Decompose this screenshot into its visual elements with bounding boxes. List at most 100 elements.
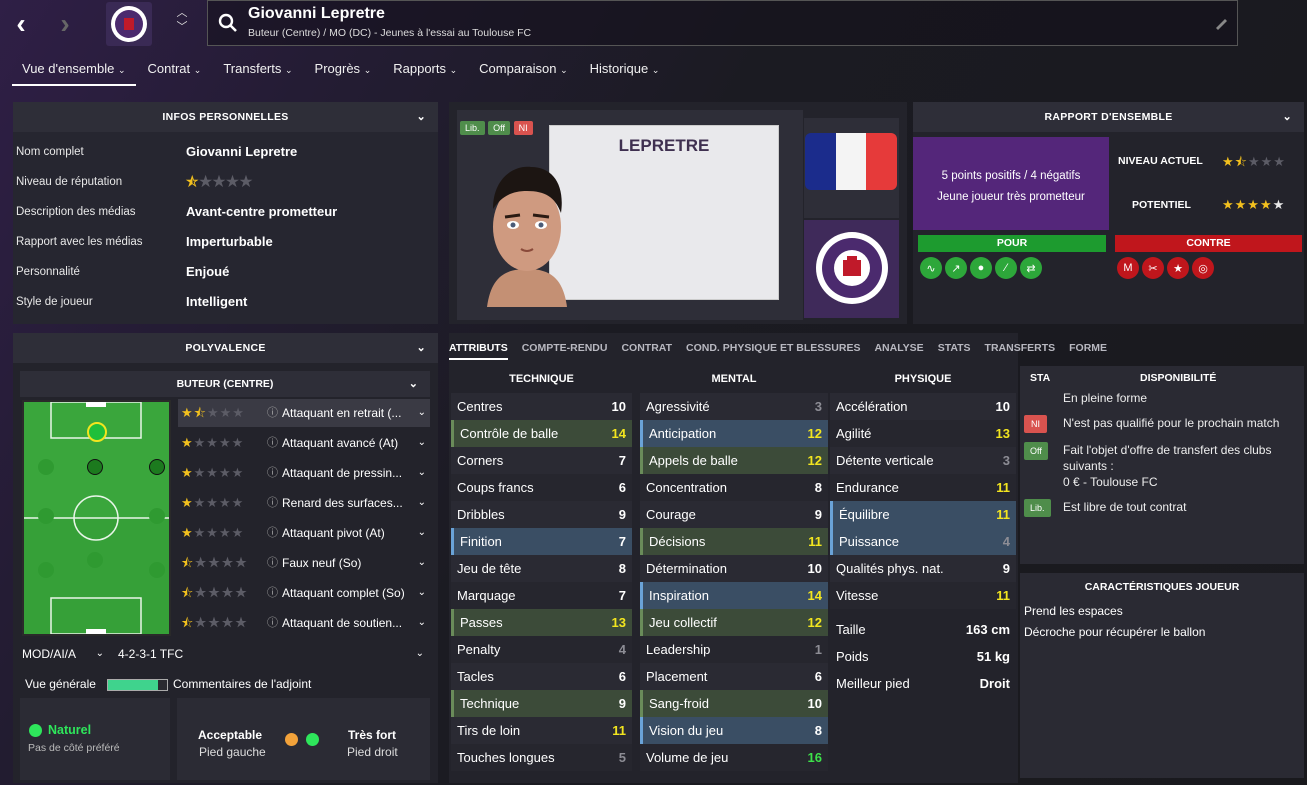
role-row[interactable]: ⯪★★★★ ⓘ Attaquant de soutien... ⌄	[178, 609, 430, 637]
heartbeat-icon[interactable]: ∿	[920, 257, 942, 279]
attribute-row[interactable]: Corners 7	[451, 447, 632, 474]
free-agent-badge[interactable]: Lib.	[460, 121, 485, 135]
attribute-row[interactable]: Appels de balle 12	[640, 447, 828, 474]
info-icon[interactable]: ⓘ	[267, 519, 278, 547]
info-icon[interactable]: ⓘ	[267, 459, 278, 487]
attribute-row[interactable]: Concentration 8	[640, 474, 828, 501]
tab-attributes[interactable]: ATTRIBUTS	[449, 338, 508, 360]
attribute-row[interactable]: Vitesse 11	[830, 582, 1016, 609]
up-down-arrows-icon[interactable]: ︿ ﹀	[174, 6, 190, 38]
chevron-down-icon[interactable]: ⌄	[418, 459, 426, 487]
attribute-row[interactable]: Placement 6	[640, 663, 828, 690]
tab-report[interactable]: COMPTE-RENDU	[522, 338, 608, 360]
panel-title[interactable]: POLYVALENCE ⌄	[13, 333, 438, 363]
target-icon[interactable]: ◎	[1192, 257, 1214, 279]
trend-up-icon[interactable]: ↗	[945, 257, 967, 279]
attribute-row[interactable]: Jeu de tête 8	[451, 555, 632, 582]
tab-comparison[interactable]: Comparaison ⌄	[469, 56, 578, 86]
attribute-row[interactable]: Dribbles 9	[451, 501, 632, 528]
info-icon[interactable]: ⓘ	[267, 549, 278, 577]
attribute-row[interactable]: Inspiration 14	[640, 582, 828, 609]
attribute-row[interactable]: Volume de jeu 16	[640, 744, 828, 771]
attribute-row[interactable]: Marquage 7	[451, 582, 632, 609]
role-row[interactable]: ⯪★★★★ ⓘ Faux neuf (So) ⌄	[178, 549, 430, 577]
chevron-down-icon[interactable]: ⌄	[409, 371, 418, 397]
chevron-down-icon[interactable]: ⌄	[418, 579, 426, 607]
attribute-row[interactable]: Sang-froid 10	[640, 690, 828, 717]
chevron-down-icon[interactable]: ⌄	[418, 519, 426, 547]
attribute-row[interactable]: Puissance 4	[830, 528, 1016, 555]
info-icon[interactable]: ⓘ	[267, 489, 278, 517]
boot-icon[interactable]: ⁄	[995, 257, 1017, 279]
info-icon[interactable]: ⓘ	[267, 429, 278, 457]
attribute-row[interactable]: Tirs de loin 11	[451, 717, 632, 744]
tab-contract[interactable]: Contrat ⌄	[138, 56, 212, 86]
brain-icon[interactable]: ●	[970, 257, 992, 279]
tab-form[interactable]: FORME	[1069, 338, 1107, 360]
attribute-row[interactable]: Équilibre 11	[830, 501, 1016, 528]
chevron-right-icon[interactable]: ›	[50, 8, 80, 40]
chevron-down-icon[interactable]: ⌄	[416, 333, 426, 363]
position-selector[interactable]: BUTEUR (CENTRE) ⌄	[20, 371, 430, 397]
tab-analysis[interactable]: ANALYSE	[874, 338, 923, 360]
role-row[interactable]: ★★★★★ ⓘ Renard des surfaces... ⌄	[178, 489, 430, 517]
chevron-left-icon[interactable]: ‹	[6, 8, 36, 40]
free-agent-badge[interactable]: Lib.	[1024, 499, 1051, 517]
chevron-down-icon[interactable]: ⌄	[418, 489, 426, 517]
offer-badge[interactable]: Off	[1024, 442, 1048, 460]
attribute-row[interactable]: Tacles 6	[451, 663, 632, 690]
club-crest-large[interactable]	[804, 220, 899, 318]
club-crest-icon[interactable]	[106, 2, 152, 46]
tab-progress[interactable]: Progrès ⌄	[305, 56, 382, 86]
attribute-row[interactable]: Endurance 11	[830, 474, 1016, 501]
panel-title[interactable]: RAPPORT D'ENSEMBLE ⌄	[913, 102, 1304, 132]
tab-transfers[interactable]: Transferts ⌄	[213, 56, 302, 86]
coach-comments-label[interactable]: Commentaires de l'adjoint	[173, 677, 311, 691]
chevron-down-icon[interactable]: ⌄	[418, 549, 426, 577]
attribute-row[interactable]: Qualités phys. nat. 9	[830, 555, 1016, 582]
chevron-down-icon[interactable]: ⌄	[1282, 102, 1292, 132]
attribute-row[interactable]: Jeu collectif 12	[640, 609, 828, 636]
attribute-row[interactable]: Décisions 11	[640, 528, 828, 555]
panel-title[interactable]: INFOS PERSONNELLES ⌄	[13, 102, 438, 132]
tactic-select[interactable]: 4-2-3-1 TFC ⌄	[118, 642, 428, 666]
tab-contract-sub[interactable]: CONTRAT	[621, 338, 672, 360]
chevron-down-icon[interactable]: ⌄	[418, 609, 426, 637]
attribute-row[interactable]: Agressivité 3	[640, 393, 828, 420]
attribute-row[interactable]: Finition 7	[451, 528, 632, 555]
attribute-row[interactable]: Centres 10	[451, 393, 632, 420]
info-icon[interactable]: ⓘ	[267, 609, 278, 637]
tackle-icon[interactable]: ✂	[1142, 257, 1164, 279]
tab-overview[interactable]: Vue d'ensemble ⌄	[12, 56, 136, 86]
attribute-row[interactable]: Détermination 10	[640, 555, 828, 582]
attribute-row[interactable]: Passes 13	[451, 609, 632, 636]
attribute-row[interactable]: Agilité 13	[830, 420, 1016, 447]
attribute-row[interactable]: Contrôle de balle 14	[451, 420, 632, 447]
role-row[interactable]: ⯪★★★★ ⓘ Attaquant complet (So) ⌄	[178, 579, 430, 607]
role-row[interactable]: ★★★★★ ⓘ Attaquant pivot (At) ⌄	[178, 519, 430, 547]
attribute-row[interactable]: Touches longues 5	[451, 744, 632, 771]
mode-select[interactable]: MOD/AI/A ⌄	[22, 642, 106, 666]
edit-icon[interactable]	[1213, 15, 1229, 31]
ineligible-badge[interactable]: NI	[1024, 415, 1047, 433]
attribute-row[interactable]: Courage 9	[640, 501, 828, 528]
star-icon[interactable]: ★	[1167, 257, 1189, 279]
pass-icon[interactable]: ⇄	[1020, 257, 1042, 279]
role-row[interactable]: ★★★★★ ⓘ Attaquant avancé (At) ⌄	[178, 429, 430, 457]
offer-badge[interactable]: Off	[488, 121, 510, 135]
attribute-row[interactable]: Accélération 10	[830, 393, 1016, 420]
attribute-row[interactable]: Coups francs 6	[451, 474, 632, 501]
tab-stats[interactable]: STATS	[938, 338, 971, 360]
tab-transfers-sub[interactable]: TRANSFERTS	[985, 338, 1056, 360]
role-row[interactable]: ★⯪★★★ ⓘ Attaquant en retrait (... ⌄	[178, 399, 430, 427]
tab-reports[interactable]: Rapports ⌄	[383, 56, 467, 86]
muscle-icon[interactable]: M	[1117, 257, 1139, 279]
ineligible-badge[interactable]: NI	[513, 121, 533, 135]
attribute-row[interactable]: Leadership 1	[640, 636, 828, 663]
role-row[interactable]: ★★★★★ ⓘ Attaquant de pressin... ⌄	[178, 459, 430, 487]
chevron-down-icon[interactable]: ⌄	[418, 429, 426, 457]
attribute-row[interactable]: Technique 9	[451, 690, 632, 717]
chevron-down-icon[interactable]: ⌄	[416, 102, 426, 132]
tab-fitness[interactable]: COND. PHYSIQUE ET BLESSURES	[686, 338, 860, 360]
search-box[interactable]: Giovanni Lepretre Buteur (Centre) / MO (…	[207, 0, 1238, 46]
